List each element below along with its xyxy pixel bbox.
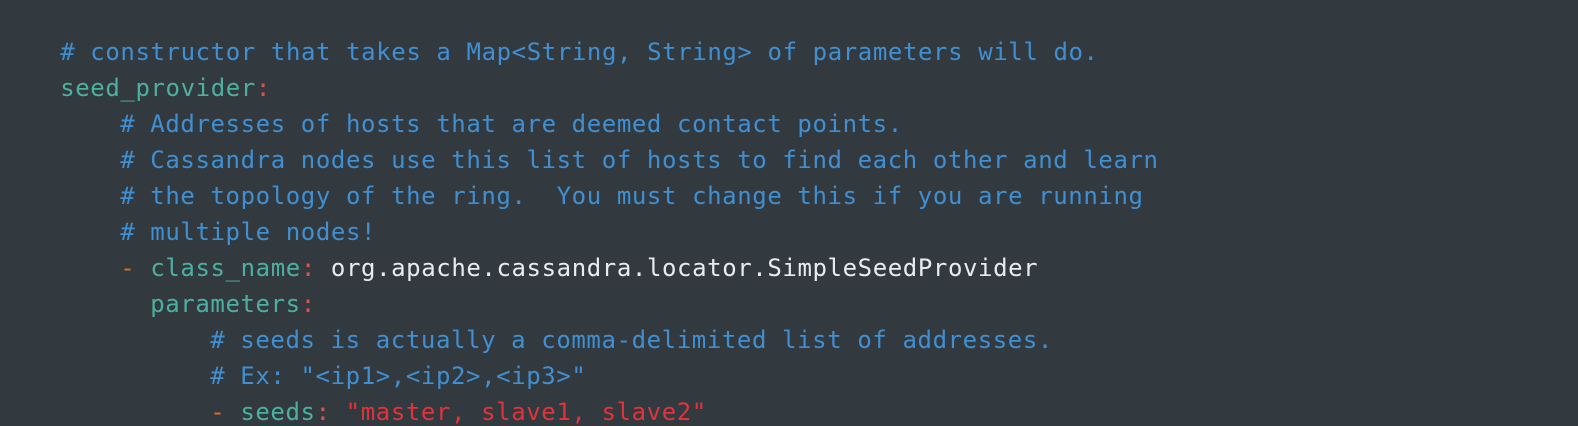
code-line-4: # Cassandra nodes use this list of hosts… [0, 106, 1159, 174]
code-line-7: - class_name: org.apache.cassandra.locat… [0, 214, 1038, 282]
code-editor[interactable]: # constructor that takes a Map<String, S… [0, 0, 1578, 426]
code-line-2: seed_provider: [0, 34, 271, 102]
code-line-9: # seeds is actually a comma-delimited li… [0, 286, 1053, 354]
code-line-11: - seeds: "master, slave1, slave2" [0, 358, 707, 426]
yaml-value: org.apache.cassandra.locator.SimpleSeedP… [330, 254, 1039, 282]
yaml-list-dash: - [210, 398, 241, 426]
yaml-string-value: "master, slave1, slave2" [345, 398, 707, 426]
code-line-5: # the topology of the ring. You must cha… [0, 142, 1144, 210]
code-line-1: # constructor that takes a Map<String, S… [0, 0, 1099, 66]
code-line-6: # multiple nodes! [0, 178, 376, 246]
code-line-8: parameters: [0, 250, 316, 318]
yaml-colon: : [315, 398, 346, 426]
code-line-3: # Addresses of hosts that are deemed con… [0, 70, 903, 138]
yaml-key: seeds [240, 398, 316, 426]
code-line-10: # Ex: "<ip1>,<ip2>,<ip3>" [0, 322, 586, 390]
